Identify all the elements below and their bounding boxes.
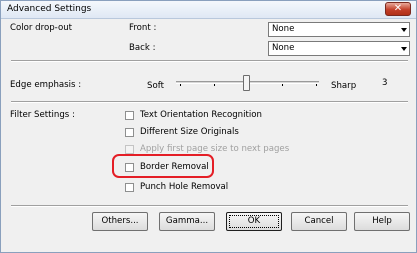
edge-emphasis-slider-thumb[interactable]	[243, 75, 250, 91]
chevron-down-icon	[401, 28, 407, 32]
chevron-down-icon	[401, 47, 407, 51]
edge-emphasis-value: 3	[382, 78, 388, 88]
edge-emphasis-label: Edge emphasis :	[10, 80, 82, 90]
separator	[11, 60, 408, 62]
separator	[11, 101, 408, 103]
back-dropdown-value: None	[272, 43, 295, 53]
focus-ring	[229, 215, 279, 228]
checkbox-label: Apply first page size to next pages	[140, 144, 290, 154]
slider-sharp-label: Sharp	[331, 81, 357, 91]
checkbox-label[interactable]: Text Orientation Recognition	[140, 110, 262, 120]
separator	[11, 205, 408, 207]
help-button[interactable]: Help	[354, 212, 410, 231]
checkbox-box[interactable]	[125, 128, 134, 137]
color-dropout-label: Color drop-out	[10, 23, 73, 33]
back-label: Back :	[129, 43, 156, 53]
title-bar[interactable]: Advanced Settings ✕	[1, 1, 416, 19]
dialog-body: Color drop-out Front : None Back : None …	[1, 19, 416, 252]
back-dropdown[interactable]: None	[268, 41, 410, 56]
window-title: Advanced Settings	[7, 4, 92, 14]
gamma-button[interactable]: Gamma...	[159, 212, 215, 231]
checkbox-box[interactable]	[125, 111, 134, 120]
checkbox-box[interactable]	[125, 183, 134, 192]
checkbox-box	[125, 145, 134, 154]
ok-button[interactable]: OK	[226, 212, 282, 231]
close-icon: ✕	[393, 3, 403, 14]
others-button[interactable]: Others...	[92, 212, 148, 231]
advanced-settings-dialog: Advanced Settings ✕ Color drop-out Front…	[0, 0, 417, 253]
front-dropdown[interactable]: None	[268, 22, 410, 37]
close-button[interactable]: ✕	[385, 2, 411, 16]
filter-settings-label: Filter Settings :	[10, 110, 75, 120]
checkbox-label[interactable]: Punch Hole Removal	[140, 182, 228, 192]
front-dropdown-value: None	[272, 24, 295, 34]
checkbox-label[interactable]: Different Size Originals	[140, 127, 239, 137]
highlight-annotation	[112, 154, 214, 178]
cancel-button[interactable]: Cancel	[291, 212, 347, 231]
front-label: Front :	[129, 23, 157, 33]
slider-soft-label: Soft	[147, 81, 164, 91]
